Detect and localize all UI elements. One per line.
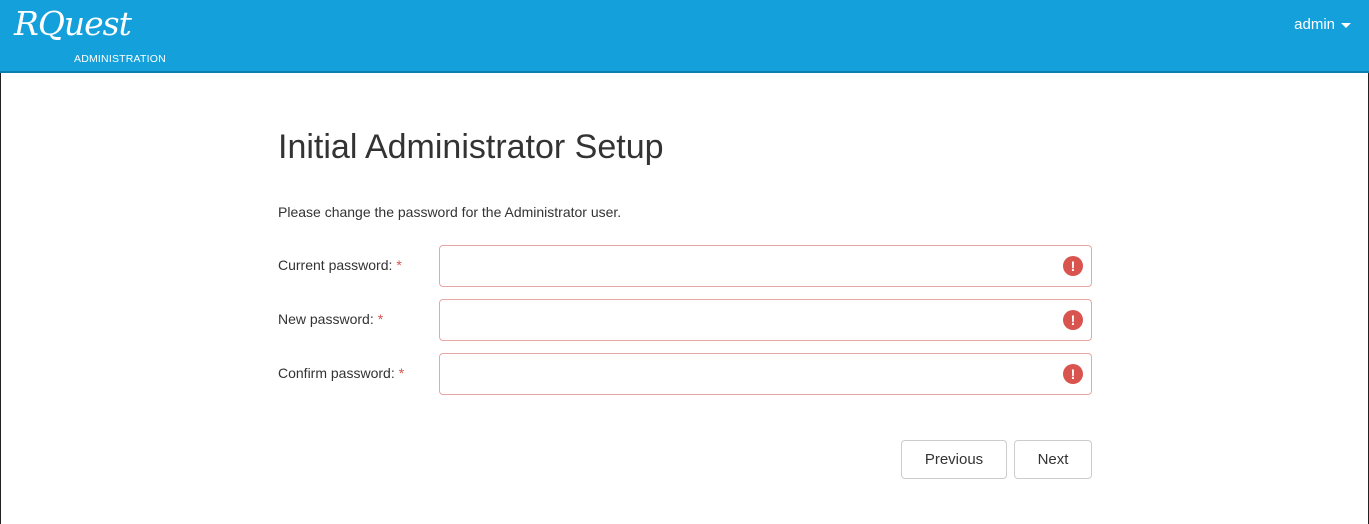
current-password-label: Current password: * xyxy=(278,257,402,273)
new-password-field[interactable] xyxy=(439,299,1092,341)
exclamation-circle-icon: ! xyxy=(1063,364,1083,384)
new-password-label: New password: * xyxy=(278,311,384,327)
current-password-field[interactable] xyxy=(439,245,1092,287)
user-menu-dropdown[interactable]: admin xyxy=(1294,16,1351,33)
confirm-password-field[interactable] xyxy=(439,353,1092,395)
current-password-row: Current password: * ! xyxy=(278,245,1092,287)
intro-text: Please change the password for the Admin… xyxy=(278,204,622,220)
exclamation-circle-icon: ! xyxy=(1063,310,1083,330)
next-button[interactable]: Next xyxy=(1014,440,1092,479)
required-marker: * xyxy=(398,365,405,381)
confirm-password-label: Confirm password: * xyxy=(278,365,405,381)
exclamation-circle-icon: ! xyxy=(1063,256,1083,276)
user-menu-label: admin xyxy=(1294,16,1335,33)
required-marker: * xyxy=(377,311,384,327)
previous-button[interactable]: Previous xyxy=(901,440,1007,479)
caret-down-icon xyxy=(1341,23,1351,28)
logo-wordmark: RQuest xyxy=(14,4,132,43)
top-navbar: RQuest ADMINISTRATION admin xyxy=(0,0,1369,73)
logo-subtitle: ADMINISTRATION xyxy=(74,53,166,65)
required-marker: * xyxy=(396,257,402,273)
page-title: Initial Administrator Setup xyxy=(278,128,664,166)
new-password-row: New password: * ! xyxy=(278,299,1092,341)
rquest-logo[interactable]: RQuest ADMINISTRATION xyxy=(14,4,184,65)
confirm-password-row: Confirm password: * ! xyxy=(278,353,1092,395)
